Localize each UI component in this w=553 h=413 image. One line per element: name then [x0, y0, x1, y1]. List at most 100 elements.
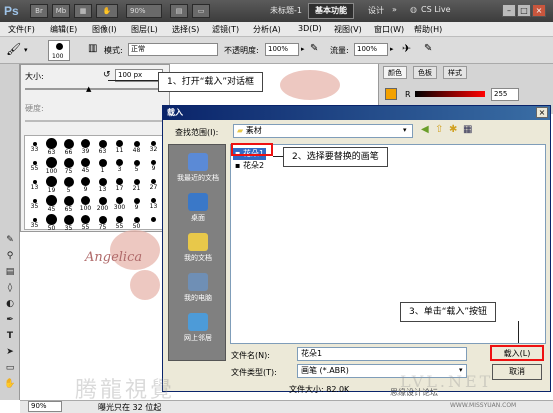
size-slider-thumb[interactable]: ▲ — [86, 85, 91, 93]
size-slider[interactable] — [25, 88, 163, 90]
blur-tool-icon[interactable]: ◊ — [3, 282, 17, 294]
place-documents[interactable]: 我的文档 — [169, 233, 227, 263]
brush-tool-icon[interactable]: 🖌 — [6, 42, 21, 56]
hand-icon[interactable]: ✋ — [96, 4, 118, 18]
load-button[interactable]: 载入(L) — [490, 345, 544, 361]
mode-select[interactable]: 正常 — [128, 43, 218, 56]
brush-preset[interactable]: 63 — [95, 138, 110, 158]
brush-preset[interactable]: 45 — [44, 195, 59, 215]
brush-preset[interactable]: 65 — [61, 195, 76, 215]
brush-tool-icon[interactable]: ✎ — [3, 234, 17, 246]
hardness-slider[interactable] — [25, 120, 163, 122]
menu-window[interactable]: 窗口(W) — [374, 24, 404, 35]
cs-live-icon[interactable]: ◍ — [410, 5, 417, 14]
brush-preset[interactable]: 55 — [27, 157, 42, 177]
brush-preset[interactable]: 21 — [129, 176, 144, 196]
brush-preset[interactable]: 13 — [146, 195, 161, 215]
opacity-chevron-icon[interactable]: ▸ — [301, 45, 305, 53]
pen-pressure-opacity-icon[interactable]: ✎ — [310, 43, 318, 54]
path-select-icon[interactable]: ➤ — [3, 346, 17, 358]
back-icon[interactable]: ◀ — [421, 124, 429, 135]
reset-size-icon[interactable]: ↺ — [103, 70, 111, 80]
pen-tool-icon[interactable]: ✒ — [3, 314, 17, 326]
dodge-tool-icon[interactable]: ◐ — [3, 298, 17, 310]
minimize-button[interactable]: – — [502, 4, 516, 17]
foreground-color-swatch[interactable] — [385, 88, 397, 100]
brush-preset[interactable]: 17 — [112, 176, 127, 196]
brush-preset[interactable]: 19 — [44, 176, 59, 196]
brush-preset[interactable]: 27 — [146, 176, 161, 196]
brush-preset[interactable]: 300 — [112, 195, 127, 215]
brush-preset[interactable]: 75 — [61, 157, 76, 177]
cancel-button[interactable]: 取消 — [492, 364, 542, 380]
file-item[interactable]: ▪ 花朵2 — [233, 160, 266, 172]
close-button[interactable]: × — [532, 4, 546, 17]
zoom-select[interactable]: 90% — [126, 4, 162, 18]
brush-preset[interactable] — [146, 214, 161, 234]
brush-preset[interactable]: 55 — [78, 214, 93, 234]
brush-preset[interactable]: 66 — [61, 138, 76, 158]
brush-preset[interactable]: 39 — [78, 138, 93, 158]
flow-input[interactable]: 100% — [354, 43, 388, 56]
brush-panel-icon[interactable]: ▥ — [88, 43, 97, 54]
dialog-close-button[interactable]: × — [536, 107, 548, 118]
lookin-select[interactable]: ▰ 素材 — [233, 124, 413, 138]
view-menu-icon[interactable]: ▦ — [463, 124, 472, 135]
menu-layer[interactable]: 图层(L) — [131, 24, 158, 35]
menu-edit[interactable]: 编辑(E) — [50, 24, 77, 35]
menu-image[interactable]: 图像(I) — [92, 24, 117, 35]
chevron-down-icon[interactable]: ▾ — [403, 126, 407, 134]
brush-preset[interactable]: 3 — [112, 157, 127, 177]
filename-input[interactable]: 花朵1 — [297, 347, 467, 361]
brush-preset[interactable]: 35 — [61, 214, 76, 234]
brush-preset[interactable]: 13 — [27, 176, 42, 196]
r-input[interactable]: 255 — [491, 88, 519, 101]
brush-preset-picker[interactable]: 100 — [48, 40, 70, 61]
pen-pressure-size-icon[interactable]: ✎ — [424, 43, 432, 54]
brush-preset[interactable]: 5 — [61, 176, 76, 196]
menu-file[interactable]: 文件(F) — [8, 24, 35, 35]
workspace-design[interactable]: 设计 — [368, 5, 384, 16]
tab-styles[interactable]: 样式 — [443, 66, 467, 79]
place-computer[interactable]: 我的电脑 — [169, 273, 227, 303]
brush-preset[interactable]: 9 — [146, 157, 161, 177]
brush-preset[interactable]: 100 — [78, 195, 93, 215]
r-slider[interactable] — [415, 91, 485, 97]
menu-filter[interactable]: 滤镜(T) — [212, 24, 239, 35]
brush-preset[interactable]: 35 — [27, 195, 42, 215]
tab-color[interactable]: 颜色 — [383, 66, 407, 79]
bridge-button[interactable]: Br — [30, 4, 48, 18]
brush-preset[interactable]: 35 — [27, 214, 42, 234]
screen-mode-button[interactable]: ▭ — [192, 4, 210, 18]
brush-preset[interactable]: 63 — [44, 138, 59, 158]
up-folder-icon[interactable]: ⇧ — [435, 124, 443, 135]
type-tool-icon[interactable]: T — [3, 330, 17, 342]
maximize-button[interactable]: □ — [517, 4, 531, 17]
menu-select[interactable]: 选择(S) — [172, 24, 199, 35]
place-network[interactable]: 网上邻居 — [169, 313, 227, 343]
brush-preset[interactable]: 45 — [78, 157, 93, 177]
clone-stamp-icon[interactable]: ⚲ — [3, 250, 17, 262]
workspace-more[interactable]: » — [392, 5, 397, 14]
brush-preset[interactable]: 200 — [95, 195, 110, 215]
brush-preset[interactable]: 1 — [95, 157, 110, 177]
brush-preset[interactable]: 5 — [129, 157, 144, 177]
extras-button[interactable]: ▦ — [74, 4, 92, 18]
menu-analysis[interactable]: 分析(A) — [253, 24, 281, 35]
brush-preset[interactable]: 32 — [146, 138, 161, 158]
brush-preset[interactable]: 33 — [27, 138, 42, 158]
opacity-input[interactable]: 100% — [265, 43, 299, 56]
brush-preset[interactable]: 9 — [129, 195, 144, 215]
place-recent[interactable]: 我最近的文档 — [169, 153, 227, 183]
chevron-down-icon[interactable]: ▾ — [24, 46, 28, 54]
minibridge-button[interactable]: Mb — [52, 4, 70, 18]
shape-tool-icon[interactable]: ▭ — [3, 362, 17, 374]
menu-help[interactable]: 帮助(H) — [414, 24, 442, 35]
hand-tool-icon[interactable]: ✋ — [3, 378, 17, 390]
tab-swatches[interactable]: 色板 — [413, 66, 437, 79]
airbrush-icon[interactable]: ✈ — [402, 42, 411, 55]
brush-preset[interactable]: 11 — [112, 138, 127, 158]
place-desktop[interactable]: 桌面 — [169, 193, 227, 223]
arrange-button[interactable]: ▤ — [170, 4, 188, 18]
gradient-tool-icon[interactable]: ▤ — [3, 266, 17, 278]
